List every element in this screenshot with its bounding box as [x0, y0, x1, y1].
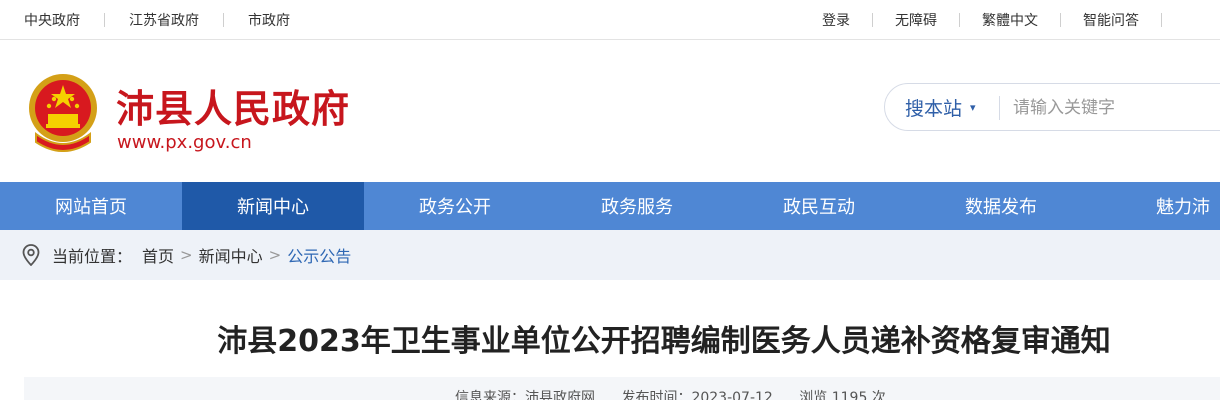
- site-title[interactable]: 沛县人民政府: [116, 78, 350, 133]
- link-central-government[interactable]: 中央政府: [24, 10, 80, 30]
- search-scope-label: 搜本站: [905, 97, 963, 120]
- site-url: www.px.gov.cn: [117, 132, 252, 153]
- search-scope-dropdown[interactable]: 搜本站 ▾: [905, 84, 976, 130]
- site-header: 沛县人民政府 www.px.gov.cn 搜本站 ▾: [0, 40, 1220, 182]
- divider: [1060, 13, 1061, 27]
- breadcrumb-home[interactable]: 首页: [142, 243, 174, 267]
- divider: [999, 96, 1000, 120]
- link-jiangsu-government[interactable]: 江苏省政府: [129, 10, 199, 30]
- traditional-chinese-link[interactable]: 繁體中文: [982, 10, 1038, 30]
- nav-item-home[interactable]: 网站首页: [0, 182, 182, 230]
- divider: [223, 13, 224, 27]
- search-input[interactable]: [1011, 90, 1220, 126]
- divider: [104, 13, 105, 27]
- nav-item-government-affairs[interactable]: 政务公开: [364, 182, 546, 230]
- main-nav: 网站首页 新闻中心 政务公开 政务服务 政民互动 数据发布 魅力沛: [0, 182, 1220, 230]
- divider: [872, 13, 873, 27]
- article-source: 信息来源：沛县政府网: [455, 390, 595, 400]
- search-box: 搜本站 ▾: [884, 83, 1220, 131]
- breadcrumb-separator-icon: >: [268, 246, 282, 264]
- article-views: 浏览 1195 次: [799, 390, 886, 400]
- breadcrumb-prefix: 当前位置：: [52, 247, 133, 266]
- nav-item-government-services[interactable]: 政务服务: [546, 182, 728, 230]
- divider: [959, 13, 960, 27]
- nav-item-news-center[interactable]: 新闻中心: [182, 182, 364, 230]
- divider: [1161, 13, 1162, 27]
- accessibility-link[interactable]: 无障碍: [895, 10, 937, 30]
- nav-item-interaction[interactable]: 政民互动: [728, 182, 910, 230]
- link-city-government[interactable]: 市政府: [248, 10, 290, 30]
- national-emblem-icon[interactable]: [26, 72, 100, 152]
- login-link[interactable]: 登录: [822, 10, 850, 30]
- nav-item-data-release[interactable]: 数据发布: [910, 182, 1092, 230]
- breadcrumb-separator-icon: >: [180, 246, 193, 264]
- article-date: 发布时间：2023-07-12: [621, 390, 773, 400]
- smart-qa-link[interactable]: 智能问答: [1083, 10, 1139, 30]
- top-left-links: 中央政府 江苏省政府 市政府: [24, 0, 290, 40]
- location-pin-icon: [22, 244, 40, 266]
- top-right-links: 登录 无障碍 繁體中文 智能问答: [822, 0, 1162, 40]
- article-title: 沛县2023年卫生事业单位公开招聘编制医务人员递补资格复审通知: [217, 324, 1111, 359]
- breadcrumb-announcements[interactable]: 公示公告: [287, 243, 351, 267]
- article-meta-band: 信息来源：沛县政府网 发布时间：2023-07-12 浏览 1195 次: [24, 377, 1220, 400]
- breadcrumb-news-center[interactable]: 新闻中心: [199, 243, 263, 267]
- chevron-down-icon: ▾: [970, 100, 976, 114]
- top-utility-bar: 中央政府 江苏省政府 市政府 登录 无障碍 繁體中文 智能问答: [0, 0, 1220, 40]
- article-meta: 信息来源：沛县政府网 发布时间：2023-07-12 浏览 1195 次: [455, 387, 908, 400]
- nav-item-charm-pei[interactable]: 魅力沛: [1092, 182, 1220, 230]
- breadcrumb: 当前位置： 首页 > 新闻中心 > 公示公告: [0, 230, 1220, 280]
